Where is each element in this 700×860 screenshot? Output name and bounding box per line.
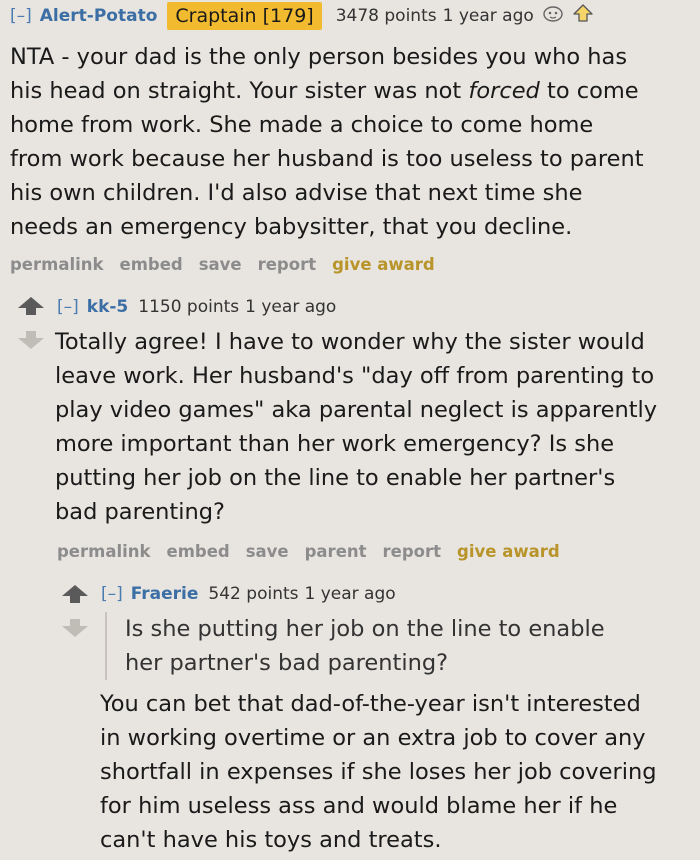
comment-2-body: Totally agree! I have to wonder why the … bbox=[55, 329, 658, 525]
comment-3-meta: [–] Fraerie 542 points 1 year ago bbox=[101, 583, 396, 605]
reddit-emoji-icon bbox=[542, 4, 564, 28]
share-arrow-icon[interactable] bbox=[572, 3, 594, 29]
comment-2-meta: [–] kk-5 1150 points 1 year ago bbox=[57, 296, 336, 318]
save-button[interactable]: save bbox=[246, 542, 289, 561]
collapse-toggle[interactable]: [–] bbox=[101, 583, 123, 605]
comment-2-actions: permalink embed save parent report give … bbox=[57, 542, 576, 561]
upvote-arrow-icon[interactable] bbox=[17, 296, 45, 320]
comment-3-body: You can bet that dad-of-the-year isn't i… bbox=[100, 691, 657, 853]
author-link[interactable]: Fraerie bbox=[131, 583, 199, 605]
collapse-toggle[interactable]: [–] bbox=[10, 5, 32, 27]
points-count: 3478 points bbox=[335, 6, 437, 26]
comment-1-actions: permalink embed save report give award bbox=[10, 255, 451, 274]
report-button[interactable]: report bbox=[383, 542, 442, 561]
give-award-button[interactable]: give award bbox=[457, 542, 560, 561]
give-award-button[interactable]: give award bbox=[332, 255, 435, 274]
save-button[interactable]: save bbox=[199, 255, 242, 274]
author-link[interactable]: kk-5 bbox=[87, 296, 129, 318]
points-count: 542 points bbox=[208, 584, 299, 604]
comment-age: 1 year ago bbox=[304, 584, 396, 604]
permalink-button[interactable]: permalink bbox=[10, 255, 104, 274]
comment-age: 1 year ago bbox=[245, 297, 337, 317]
permalink-button[interactable]: permalink bbox=[57, 542, 151, 561]
downvote-arrow-icon[interactable] bbox=[61, 618, 89, 642]
author-link[interactable]: Alert-Potato bbox=[40, 5, 158, 27]
report-button[interactable]: report bbox=[258, 255, 317, 274]
comment-1-body: NTA - your dad is the only person beside… bbox=[10, 44, 644, 240]
embed-button[interactable]: embed bbox=[167, 542, 230, 561]
blockquote: Is she putting her job on the line to en… bbox=[105, 612, 695, 680]
parent-button[interactable]: parent bbox=[305, 542, 367, 561]
upvote-arrow-icon[interactable] bbox=[61, 584, 89, 608]
emphasis-text: forced bbox=[468, 78, 540, 104]
user-flair: Craptain [179] bbox=[167, 2, 322, 30]
comment-age: 1 year ago bbox=[442, 6, 534, 26]
embed-button[interactable]: embed bbox=[120, 255, 183, 274]
comment-1-meta: [–] Alert-Potato Craptain [179] 3478 poi… bbox=[10, 2, 594, 30]
collapse-toggle[interactable]: [–] bbox=[57, 296, 79, 318]
downvote-arrow-icon[interactable] bbox=[17, 330, 45, 354]
points-count: 1150 points bbox=[138, 297, 240, 317]
